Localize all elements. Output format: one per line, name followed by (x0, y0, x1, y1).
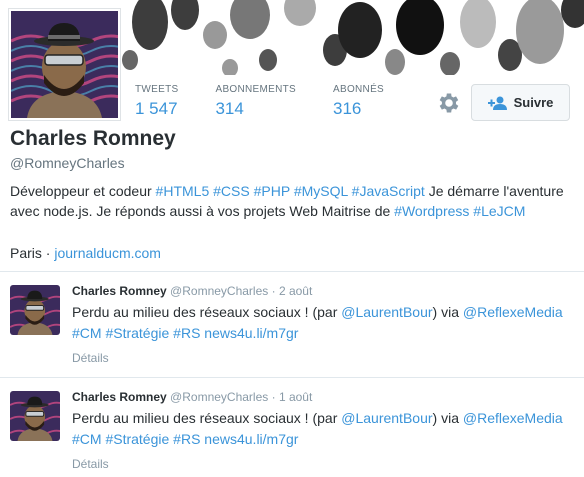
hashtag-link[interactable]: #CM (72, 325, 102, 341)
stat-following[interactable]: ABONNEMENTS 314 (215, 84, 296, 119)
hashtag-link[interactable]: #PHP (254, 183, 290, 199)
hashtag-link[interactable]: #RS (173, 431, 200, 447)
tweet-item[interactable]: Charles Romney @RomneyCharles · 1 août P… (0, 377, 584, 477)
tweet-author-handle[interactable]: @RomneyCharles (170, 390, 268, 404)
tweet-avatar[interactable] (10, 391, 60, 441)
mention-link[interactable]: @ReflexeMedia (463, 304, 563, 320)
profile-stats: TWEETS 1 547 ABONNEMENTS 314 ABONNÉS 316 (135, 84, 421, 119)
tweet-header: Charles Romney @RomneyCharles · 2 août (72, 284, 312, 298)
hashtag-link[interactable]: #Stratégie (105, 325, 169, 341)
hashtag-link[interactable]: #CM (72, 431, 102, 447)
profile-avatar[interactable] (8, 8, 121, 121)
tweet-text-part: ) via (432, 410, 459, 426)
tweet-avatar[interactable] (10, 285, 60, 335)
stat-label: ABONNEMENTS (215, 84, 297, 95)
stat-label: ABONNÉS (333, 84, 385, 95)
hashtag-link[interactable]: #Stratégie (105, 431, 169, 447)
tweet-text-part: Perdu au milieu des réseaux sociaux ! (p… (72, 304, 338, 320)
tweet-author-name[interactable]: Charles Romney (72, 284, 167, 298)
hashtag-link[interactable]: #Wordpress (394, 203, 469, 219)
mention-link[interactable]: @LaurentBour (341, 410, 432, 426)
profile-location: Paris (10, 245, 42, 261)
avatar-illustration (10, 391, 60, 441)
separator-dot: · (271, 284, 276, 298)
tweet-author-name[interactable]: Charles Romney (72, 390, 167, 404)
hashtag-link[interactable]: #CSS (213, 183, 250, 199)
hashtag-link[interactable]: #MySQL (294, 183, 348, 199)
tweet-text: Perdu au milieu des réseaux sociaux ! (p… (72, 302, 572, 344)
tweet-header: Charles Romney @RomneyCharles · 1 août (72, 390, 312, 404)
mention-link[interactable]: @ReflexeMedia (463, 410, 563, 426)
profile-name: Charles Romney (10, 127, 176, 150)
separator-dot: · (271, 390, 276, 404)
follow-label: Suivre (513, 95, 554, 110)
settings-gear-button[interactable] (436, 90, 462, 116)
profile-bio: Développeur et codeur #HTML5 #CSS #PHP #… (10, 181, 570, 221)
stat-followers[interactable]: ABONNÉS 316 (333, 84, 384, 119)
stat-value: 1 547 (135, 99, 178, 118)
tweet-url-link[interactable]: news4u.li/m7gr (204, 325, 298, 341)
stat-tweets[interactable]: TWEETS 1 547 (135, 84, 178, 119)
stat-label: TWEETS (135, 84, 179, 95)
tweet-date[interactable]: 2 août (279, 284, 312, 298)
tweet-details-link[interactable]: Détails (72, 351, 109, 365)
stat-value: 316 (333, 99, 362, 118)
hashtag-link[interactable]: #LeJCM (473, 203, 525, 219)
tweet-date[interactable]: 1 août (279, 390, 312, 404)
hashtag-link[interactable]: #JavaScript (352, 183, 425, 199)
tweet-text-part: ) via (432, 304, 459, 320)
tweet-url-link[interactable]: news4u.li/m7gr (204, 431, 298, 447)
tweet-item[interactable]: Charles Romney @RomneyCharles · 2 août P… (0, 271, 584, 371)
tweet-text: Perdu au milieu des réseaux sociaux ! (p… (72, 408, 572, 450)
gear-icon (439, 93, 459, 113)
hashtag-link[interactable]: #HTML5 (156, 183, 210, 199)
stat-value: 314 (215, 99, 244, 118)
tweet-author-handle[interactable]: @RomneyCharles (170, 284, 268, 298)
profile-website-link[interactable]: journalducm.com (54, 245, 161, 261)
follow-button[interactable]: Suivre (471, 84, 570, 121)
mention-link[interactable]: @LaurentBour (341, 304, 432, 320)
bio-text: Développeur et codeur (10, 183, 152, 199)
hashtag-link[interactable]: #RS (173, 325, 200, 341)
avatar-illustration (10, 285, 60, 335)
profile-location-line: Paris · journalducm.com (10, 245, 161, 261)
add-user-icon (487, 96, 507, 110)
profile-handle[interactable]: @RomneyCharles (10, 155, 125, 171)
separator-dot: · (45, 245, 51, 261)
avatar-illustration (10, 11, 120, 118)
tweet-text-part: Perdu au milieu des réseaux sociaux ! (p… (72, 410, 338, 426)
